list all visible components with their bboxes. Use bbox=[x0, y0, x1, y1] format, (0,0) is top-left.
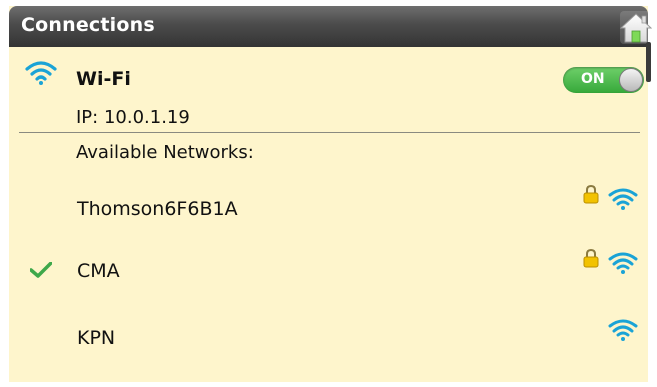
scrollbar[interactable] bbox=[646, 42, 651, 82]
wifi-icon bbox=[25, 61, 57, 85]
network-name[interactable]: Thomson6F6B1A bbox=[77, 198, 238, 220]
wifi-toggle[interactable]: ON bbox=[563, 67, 644, 93]
wifi-label: Wi-Fi bbox=[76, 68, 131, 90]
divider bbox=[19, 132, 640, 133]
network-name[interactable]: CMA bbox=[77, 260, 120, 282]
home-icon[interactable] bbox=[620, 11, 652, 44]
page-title: Connections bbox=[21, 14, 155, 36]
wifi-signal-icon bbox=[608, 188, 638, 210]
network-name[interactable]: KPN bbox=[77, 327, 115, 349]
available-networks-heading: Available Networks: bbox=[76, 142, 254, 163]
connected-check-icon bbox=[30, 262, 52, 278]
toggle-knob[interactable] bbox=[619, 68, 643, 92]
wifi-signal-icon bbox=[608, 252, 638, 274]
title-bar: Connections bbox=[9, 6, 652, 47]
connections-panel: Connections bbox=[9, 6, 652, 382]
wifi-signal-icon bbox=[608, 319, 638, 341]
lock-icon bbox=[583, 249, 599, 268]
ip-address: IP: 10.0.1.19 bbox=[76, 107, 190, 128]
toggle-label: ON bbox=[581, 71, 605, 87]
lock-icon bbox=[583, 185, 599, 204]
